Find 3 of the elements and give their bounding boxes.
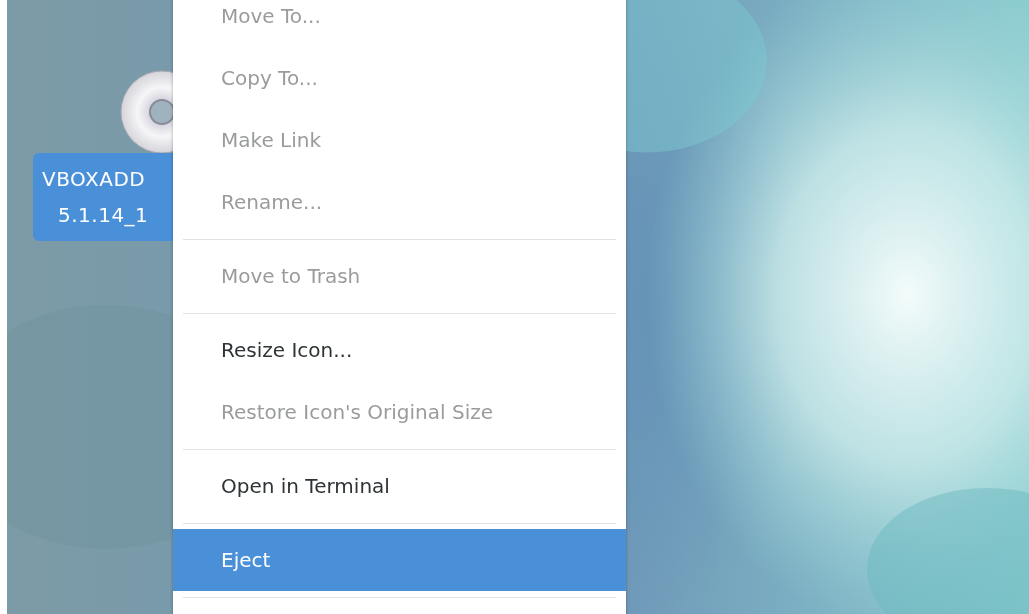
menu-item[interactable]: Resize Icon... [173,319,626,381]
menu-item[interactable]: Open in Terminal [173,455,626,517]
menu-item[interactable]: Eject [173,529,626,591]
